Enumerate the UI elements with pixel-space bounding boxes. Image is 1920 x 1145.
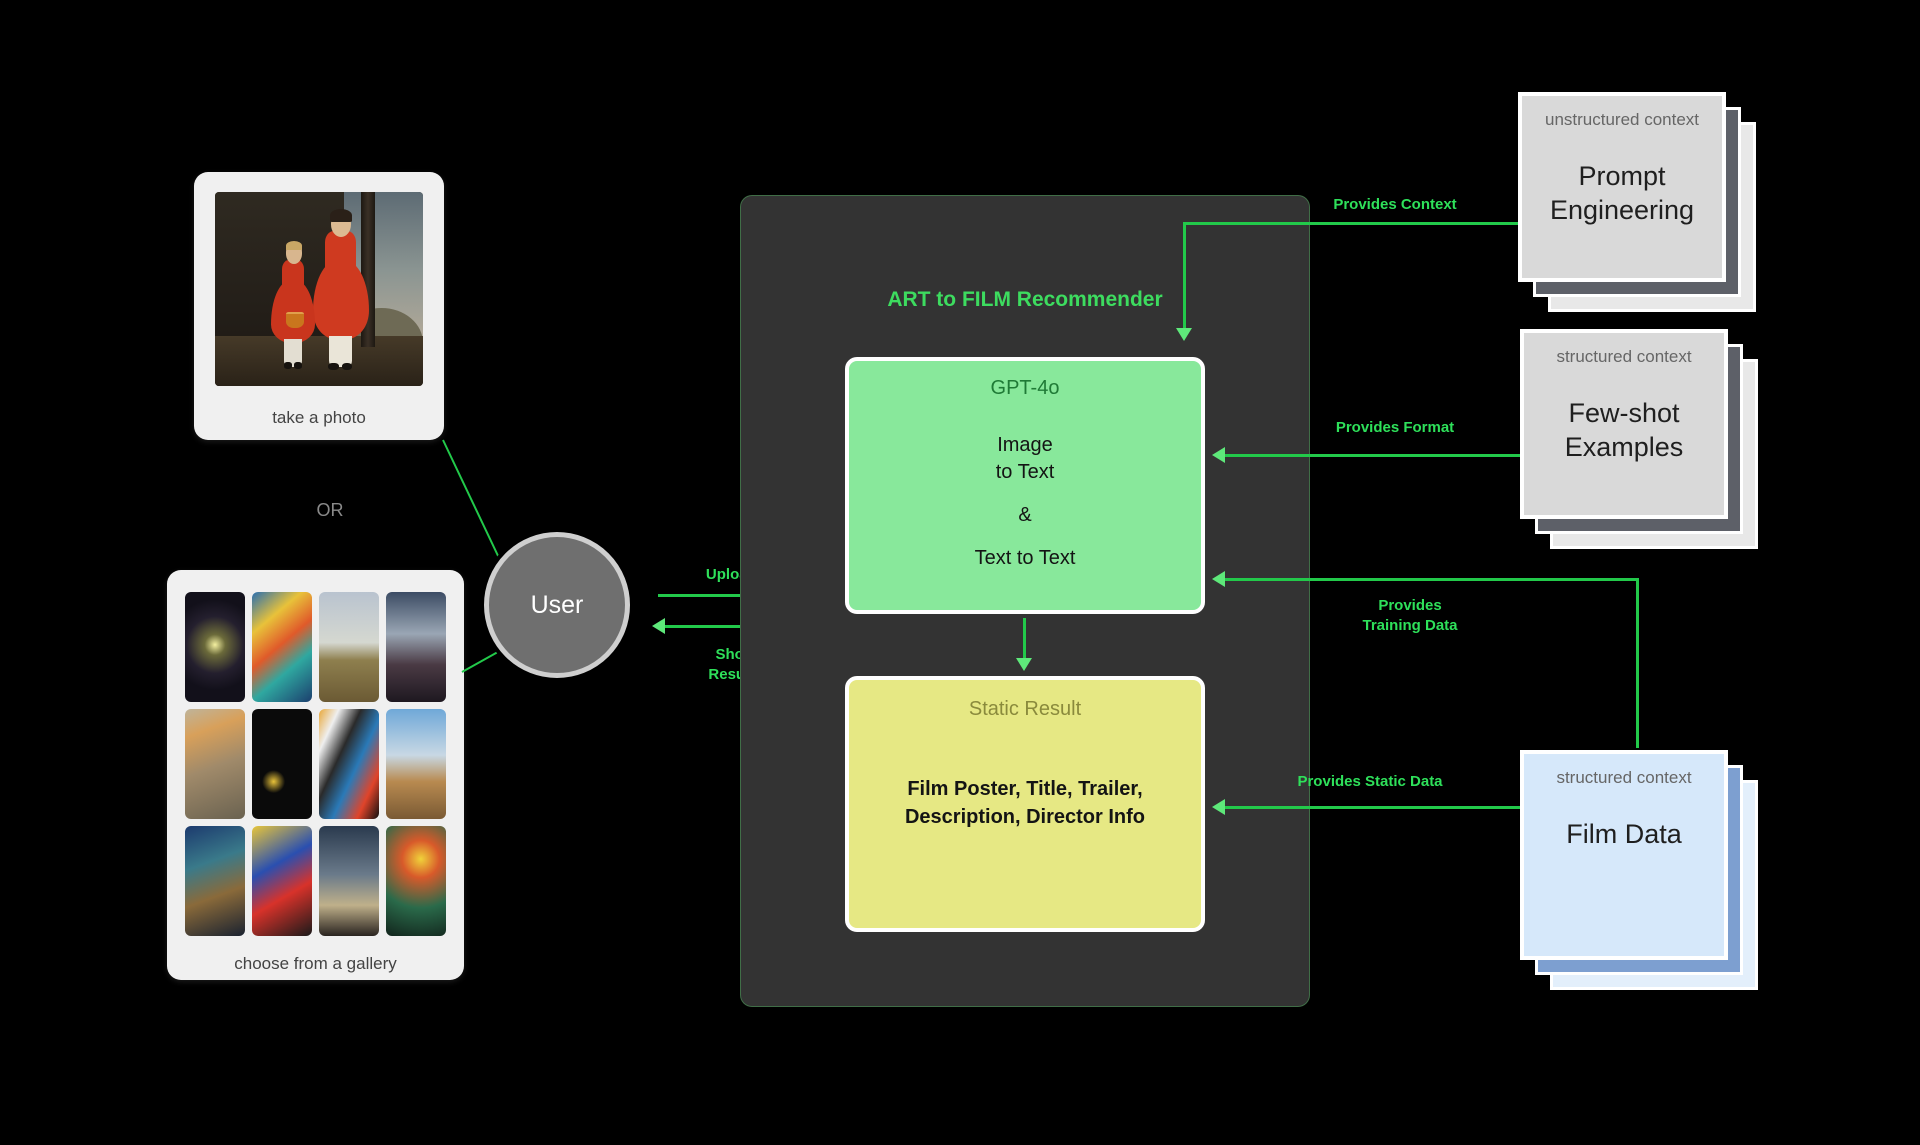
provides-static-data-line bbox=[1225, 806, 1520, 809]
few-shot-examples-subtitle: structured context bbox=[1556, 347, 1692, 366]
diagram-canvas: take a photo OR choose from a gallery Us… bbox=[0, 0, 1920, 1145]
take-a-photo-caption: take a photo bbox=[272, 408, 366, 427]
gallery-tile[interactable] bbox=[252, 826, 312, 936]
film-data-stack[interactable]: structured context Film Data bbox=[1520, 750, 1758, 990]
static-result-body: Film Poster, Title, Trailer, Description… bbox=[905, 775, 1145, 831]
gallery-tile[interactable] bbox=[319, 592, 379, 702]
gpt-4o-title: GPT-4o bbox=[990, 377, 1060, 399]
provides-training-data-v-line bbox=[1636, 578, 1639, 748]
system-title: ART to FILM Recommender bbox=[887, 288, 1163, 311]
provides-static-data-head bbox=[1212, 799, 1225, 815]
few-shot-examples-card[interactable]: structured context Few-shot Examples bbox=[1520, 329, 1728, 519]
choose-from-gallery-card[interactable]: choose from a gallery bbox=[167, 570, 464, 980]
provides-context-h-line bbox=[1183, 222, 1518, 225]
gallery-tile[interactable] bbox=[185, 592, 245, 702]
gallery-tile[interactable] bbox=[319, 826, 379, 936]
gpt-4o-body: Image to Text & Text to Text bbox=[975, 432, 1076, 572]
gpt-to-static-head bbox=[1016, 658, 1032, 671]
provides-training-data-h-line bbox=[1225, 578, 1639, 581]
gallery-tile[interactable] bbox=[319, 709, 379, 819]
static-line-2: Description, Director Info bbox=[904, 806, 1146, 828]
provides-training-data-head bbox=[1212, 571, 1225, 587]
static-result-title: Static Result bbox=[968, 698, 1082, 720]
show-results-arrow-head bbox=[652, 618, 665, 634]
gpt-to-static-line bbox=[1023, 618, 1026, 662]
gallery-tile[interactable] bbox=[386, 826, 446, 936]
gallery-tile[interactable] bbox=[252, 592, 312, 702]
gallery-tile[interactable] bbox=[185, 709, 245, 819]
gpt-line-2: to Text bbox=[995, 461, 1055, 483]
gpt-line-3: Text to Text bbox=[974, 547, 1076, 569]
gpt-line-1: Image bbox=[997, 434, 1053, 456]
prompt-engineering-title: Prompt Engineering bbox=[1549, 161, 1695, 225]
film-data-title: Film Data bbox=[1566, 819, 1682, 849]
few-shot-examples-title: Few-shot Examples bbox=[1564, 398, 1684, 462]
prompt-engineering-subtitle: unstructured context bbox=[1544, 110, 1700, 129]
provides-training-data-label: Provides Training Data bbox=[1362, 597, 1458, 634]
take-a-photo-card[interactable]: take a photo bbox=[194, 172, 444, 440]
gpt-4o-box[interactable]: GPT-4o Image to Text & Text to Text bbox=[845, 357, 1205, 614]
gallery-grid bbox=[185, 592, 446, 936]
gallery-caption: choose from a gallery bbox=[234, 954, 397, 973]
provides-context-head bbox=[1176, 328, 1192, 341]
gallery-tile[interactable] bbox=[252, 709, 312, 819]
gallery-tile[interactable] bbox=[386, 592, 446, 702]
prompt-engineering-card[interactable]: unstructured context Prompt Engineering bbox=[1518, 92, 1726, 282]
gpt-connector: & bbox=[1018, 504, 1032, 526]
provides-static-data-label: Provides Static Data bbox=[1297, 773, 1443, 790]
prompt-engineering-stack[interactable]: unstructured context Prompt Engineering bbox=[1518, 92, 1756, 312]
provides-format-head bbox=[1212, 447, 1225, 463]
photo-thumbnail[interactable] bbox=[215, 192, 423, 386]
gallery-tile[interactable] bbox=[185, 826, 245, 936]
user-node[interactable]: User bbox=[484, 532, 630, 678]
few-shot-examples-stack[interactable]: structured context Few-shot Examples bbox=[1520, 329, 1758, 549]
film-data-subtitle: structured context bbox=[1556, 768, 1692, 787]
static-line-1: Film Poster, Title, Trailer, bbox=[907, 778, 1143, 800]
user-label: User bbox=[530, 590, 584, 619]
provides-format-label: Provides Format bbox=[1335, 419, 1455, 436]
gallery-tile[interactable] bbox=[386, 709, 446, 819]
provides-format-line bbox=[1225, 454, 1520, 457]
provides-context-v-line bbox=[1183, 222, 1186, 332]
film-data-card[interactable]: structured context Film Data bbox=[1520, 750, 1728, 960]
static-result-box[interactable]: Static Result Film Poster, Title, Traile… bbox=[845, 676, 1205, 932]
provides-context-label: Provides Context bbox=[1333, 196, 1457, 213]
or-separator-label: OR bbox=[316, 500, 344, 520]
